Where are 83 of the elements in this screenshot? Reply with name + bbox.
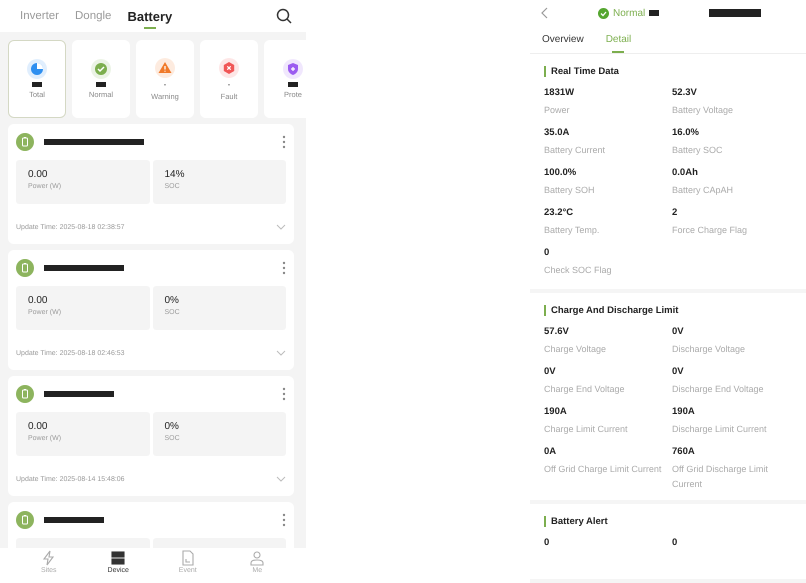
metric-value: 0% [164,295,180,306]
detail-value: 0 [544,537,550,548]
metric-value: 0.00 [28,295,48,306]
more-icon[interactable] [282,513,286,527]
detail-value: 0V [672,366,685,377]
detail-label: Force Charge Flag [672,224,748,237]
detail-value: 0A [544,446,558,457]
detail-label: Discharge Limit Current [672,423,768,436]
person-icon [249,550,266,566]
section-title: Charge And Discharge Limit [544,305,792,316]
pie-chart-icon [27,59,47,79]
tab[interactable]: Detail [606,26,632,53]
detail-value: 2 [672,207,678,218]
more-icon[interactable] [282,261,286,275]
detail-label: Discharge End Voltage [672,383,765,396]
metric-value: 0% [164,421,180,432]
detail-label: Charge Voltage [544,343,608,356]
detail-label: Battery CApAH [672,184,734,197]
detail-value: 100.0% [544,167,578,178]
detail-value: 52.3V [672,87,698,98]
redacted-name [44,517,104,523]
redacted-name [649,10,660,16]
chevron-down-icon[interactable] [276,224,286,230]
status-count: - [228,80,230,88]
lightning-icon [40,550,57,566]
detail-label: Battery Current [544,144,606,157]
detail-value: 190A [544,406,568,417]
detail-label: Battery SOH [544,184,596,197]
metric-value: 0.00 [28,169,48,180]
back-icon[interactable] [540,7,548,19]
detail-label: Power [544,104,571,117]
check-circle-icon [91,59,111,79]
detail-value: 1831W [544,87,576,98]
status-text: Normal [613,8,646,18]
tab[interactable]: Battery [127,0,172,32]
shield-icon [283,59,303,79]
detail-label: Battery Temp. [544,224,600,237]
warning-icon [155,58,175,78]
detail-label: Charge Limit Current [544,423,629,436]
battery-icon [16,385,34,403]
redacted-count [32,82,42,87]
status-count: - [164,80,166,88]
detail-value: 760A [672,446,696,457]
detail-value: 190A [672,406,696,417]
tab[interactable]: Overview [542,26,584,53]
more-icon[interactable] [282,387,286,401]
redacted-name [709,9,762,17]
chevron-down-icon[interactable] [276,476,286,482]
detail-label: Check SOC Flag [544,264,613,277]
detail-label: Charge End Voltage [544,383,626,396]
detail-label: Off Grid Discharge Limit Current [672,463,769,491]
detail-value: 16.0% [672,127,700,138]
detail-value: 0V [672,326,685,337]
error-icon [219,58,239,78]
detail-value: 23.2°C [544,207,574,218]
metric-value: 14% [164,169,186,180]
detail-value: 57.6V [544,326,570,337]
more-icon[interactable] [282,135,286,149]
detail-value: 0V [544,366,557,377]
section-title: Real Time Data [544,66,792,77]
section-title: Battery Alert [544,516,792,527]
detail-label: Off Grid Charge Limit Current [544,463,662,476]
server-icon [110,550,126,566]
document-icon [180,550,196,566]
metric-value: 0.00 [28,421,48,432]
battery-icon [16,133,34,151]
chevron-down-icon[interactable] [276,350,286,356]
battery-icon [16,511,34,529]
check-circle-icon [598,8,609,18]
detail-value: 0 [544,247,550,258]
detail-label: Battery Voltage [672,104,734,117]
tab[interactable]: Inverter [20,0,59,32]
detail-label: Battery SOC [672,144,724,157]
redacted-name [44,391,114,397]
battery-icon [16,259,34,277]
redacted-count [96,82,106,87]
search-icon[interactable] [276,8,292,24]
detail-value: 35.0A [544,127,570,138]
detail-label: Discharge Voltage [672,343,746,356]
detail-value: 0 [672,537,678,548]
redacted-count [288,82,298,87]
tab[interactable]: Dongle [75,0,112,32]
detail-value: 0.0Ah [672,167,699,178]
